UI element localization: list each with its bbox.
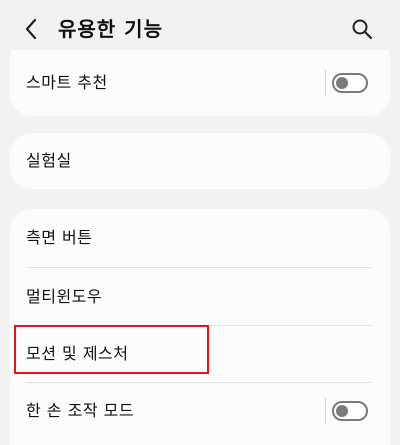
chevron-left-icon <box>25 18 37 40</box>
settings-card-labs: 실험실 <box>10 133 390 189</box>
motions-gestures-label: 모션 및 제스처 <box>26 344 129 363</box>
side-button-label: 측면 버튼 <box>26 228 93 247</box>
back-button[interactable] <box>18 16 44 42</box>
toggle-knob <box>336 405 348 417</box>
smart-suggestions-label: 스마트 추천 <box>26 73 108 92</box>
multi-window-label: 멀티윈도우 <box>26 286 103 306</box>
search-icon <box>352 19 373 40</box>
smart-suggestions-row[interactable]: 스마트 추천 <box>10 50 390 116</box>
smart-suggestions-toggle[interactable] <box>332 73 368 93</box>
side-button-row[interactable]: 측면 버튼 <box>10 209 390 267</box>
multi-window-row[interactable]: 멀티윈도우 <box>10 268 390 325</box>
page-title: 유용한 기능 <box>58 17 163 41</box>
search-button[interactable] <box>350 17 374 41</box>
toggle-knob <box>336 77 348 89</box>
useful-features-screen: 유용한 기능 스마트 추천 실험실 측면 버튼 멀티윈도우 모션 및 제스처 한… <box>0 0 400 445</box>
one-handed-mode-toggle[interactable] <box>332 401 368 421</box>
toggle-separator <box>325 398 326 424</box>
one-handed-mode-row[interactable]: 한 손 조작 모드 <box>10 383 390 439</box>
toggle-separator <box>325 70 326 96</box>
settings-card-features: 측면 버튼 멀티윈도우 모션 및 제스처 한 손 조작 모드 <box>10 209 390 445</box>
motions-gestures-row[interactable]: 모션 및 제스처 <box>10 326 390 382</box>
labs-label: 실험실 <box>26 151 72 170</box>
settings-card-smart: 스마트 추천 <box>10 50 390 116</box>
one-handed-mode-label: 한 손 조작 모드 <box>26 401 135 420</box>
labs-row[interactable]: 실험실 <box>10 133 390 189</box>
